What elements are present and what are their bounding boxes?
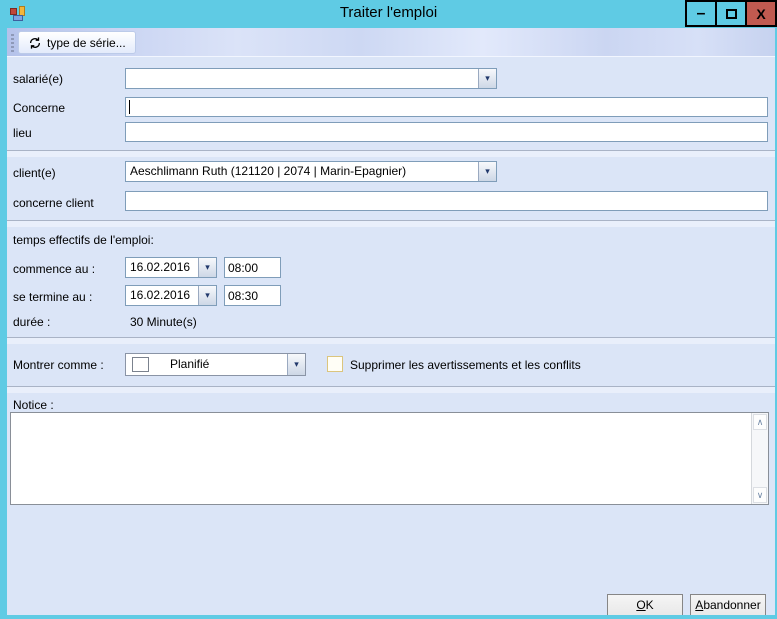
end-label: se termine au : xyxy=(13,290,92,304)
notice-box: ∧ ∨ xyxy=(10,412,769,505)
end-date-value: 16.02.2016 xyxy=(130,286,196,305)
duration-value: 30 Minute(s) xyxy=(130,315,197,329)
show-as-combobox-value: Planifié xyxy=(170,354,285,375)
scroll-up-button[interactable]: ∧ xyxy=(753,414,767,430)
scroll-down-icon: ∨ xyxy=(757,490,764,501)
notice-textarea[interactable] xyxy=(11,413,751,504)
chevron-down-icon: ▾ xyxy=(294,359,299,370)
window-border-bottom xyxy=(0,615,777,619)
show-as-label: Montrer comme : xyxy=(13,358,104,372)
chevron-down-icon: ▾ xyxy=(485,166,490,177)
show-as-color-swatch xyxy=(132,357,149,372)
lieu-input[interactable] xyxy=(125,122,768,142)
toolbar: type de série... xyxy=(7,28,775,57)
concerne-input[interactable] xyxy=(125,97,768,117)
chevron-down-icon: ▾ xyxy=(205,262,210,273)
form-area: salarié(e) ▾ Concerne lieu client(e) Aes… xyxy=(7,57,775,615)
lieu-label: lieu xyxy=(13,126,32,140)
show-as-dropdown-button[interactable]: ▾ xyxy=(287,354,305,375)
scroll-down-button[interactable]: ∨ xyxy=(753,487,767,503)
recurrence-icon xyxy=(28,36,42,50)
ok-button[interactable]: OK xyxy=(607,594,683,616)
client-dropdown-button[interactable]: ▾ xyxy=(478,162,496,181)
close-icon: X xyxy=(756,6,765,22)
series-type-button-label: type de série... xyxy=(47,36,126,50)
maximize-icon xyxy=(726,9,737,19)
client-combobox-value: Aeschlimann Ruth (121120 | 2074 | Marin-… xyxy=(130,162,476,181)
client-combobox[interactable]: Aeschlimann Ruth (121120 | 2074 | Marin-… xyxy=(125,161,497,182)
start-date-value: 16.02.2016 xyxy=(130,258,196,277)
end-date-dropdown-button[interactable]: ▾ xyxy=(198,286,216,305)
window-border-left xyxy=(0,28,7,619)
suppress-warnings-label: Supprimer les avertissements et les conf… xyxy=(350,358,581,372)
minimize-button[interactable]: – xyxy=(685,0,717,27)
start-label: commence au : xyxy=(13,262,95,276)
times-header: temps effectifs de l'emploi: xyxy=(13,233,154,247)
duration-label: durée : xyxy=(13,315,50,329)
start-date-picker[interactable]: 16.02.2016 ▾ xyxy=(125,257,217,278)
window-controls: – X xyxy=(687,0,777,27)
toolbar-grip[interactable] xyxy=(11,34,14,52)
notice-scrollbar[interactable]: ∧ ∨ xyxy=(751,413,768,504)
start-time-input[interactable] xyxy=(224,257,281,278)
chevron-down-icon: ▾ xyxy=(485,73,490,84)
section-separator xyxy=(7,386,775,393)
window-title: Traiter l'emploi xyxy=(0,4,777,21)
minimize-icon: – xyxy=(697,9,706,19)
section-separator xyxy=(7,337,775,344)
concerne-client-label: concerne client xyxy=(13,196,94,210)
section-separator xyxy=(7,150,775,157)
salarie-dropdown-button[interactable]: ▾ xyxy=(478,69,496,88)
close-button[interactable]: X xyxy=(745,0,777,27)
series-type-button[interactable]: type de série... xyxy=(18,31,136,54)
text-caret xyxy=(129,100,130,114)
end-date-picker[interactable]: 16.02.2016 ▾ xyxy=(125,285,217,306)
show-as-combobox[interactable]: Planifié ▾ xyxy=(125,353,306,376)
titlebar[interactable]: Traiter l'emploi – X xyxy=(0,0,777,28)
end-time-input[interactable] xyxy=(224,285,281,306)
concerne-client-input[interactable] xyxy=(125,191,768,211)
chevron-down-icon: ▾ xyxy=(205,290,210,301)
section-separator xyxy=(7,220,775,227)
dialog-traiter-emploi: Traiter l'emploi – X type de série... sa… xyxy=(0,0,777,619)
salarie-combobox[interactable]: ▾ xyxy=(125,68,497,89)
notice-label: Notice : xyxy=(13,398,54,412)
salarie-label: salarié(e) xyxy=(13,72,63,86)
cancel-button[interactable]: Abandonner xyxy=(690,594,766,616)
scroll-up-icon: ∧ xyxy=(757,417,764,428)
maximize-button[interactable] xyxy=(715,0,747,27)
suppress-warnings-checkbox[interactable] xyxy=(327,356,343,372)
concerne-label: Concerne xyxy=(13,101,65,115)
client-label: client(e) xyxy=(13,166,56,180)
start-date-dropdown-button[interactable]: ▾ xyxy=(198,258,216,277)
